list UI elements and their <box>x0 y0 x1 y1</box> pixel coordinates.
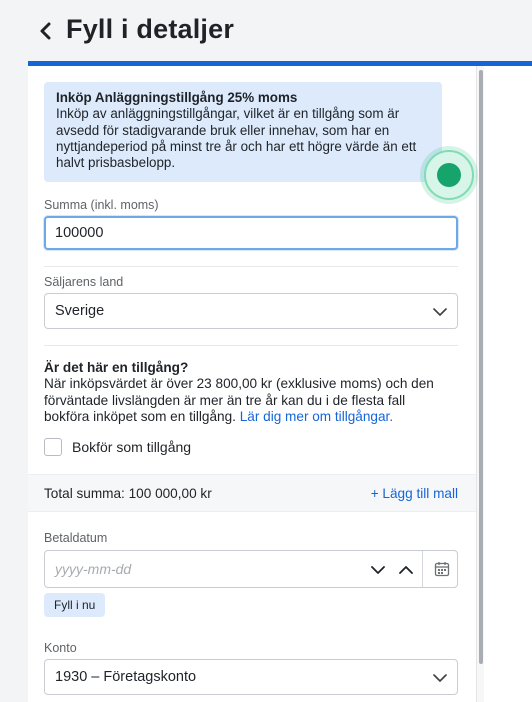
seller-country-label: Säljarens land <box>44 275 124 289</box>
payment-date-label: Betaldatum <box>44 531 108 545</box>
chevron-down-icon <box>433 674 447 682</box>
seller-country-value: Sverige <box>55 303 105 319</box>
learn-more-assets-link[interactable]: Lär dig mer om tillgångar. <box>240 409 393 424</box>
account-value: 1930 – Företagskonto <box>55 669 197 685</box>
total-row: Total summa: 100 000,00 kr + Lägg till m… <box>28 474 476 512</box>
chevron-up-icon[interactable] <box>399 565 413 575</box>
total-amount: Total summa: 100 000,00 kr <box>44 486 212 501</box>
asset-question-title: Är det här en tillgång? <box>44 360 189 375</box>
calendar-icon[interactable] <box>434 561 450 577</box>
add-template-link[interactable]: + Lägg till mall <box>371 486 458 501</box>
info-box: Inköp Anläggningstillgång 25% moms Inköp… <box>44 82 442 182</box>
payment-date-input[interactable]: yyyy-mm-dd <box>44 550 458 588</box>
amount-label: Summa (inkl. moms) <box>44 198 159 212</box>
book-as-asset-checkbox[interactable] <box>44 438 62 456</box>
touch-indicator-dot <box>437 163 461 187</box>
book-as-asset-label[interactable]: Bokför som tillgång <box>72 439 191 455</box>
divider <box>44 266 458 267</box>
chevron-down-icon[interactable] <box>371 565 385 575</box>
details-form-panel: Inköp Anläggningstillgång 25% moms Inköp… <box>28 66 476 702</box>
chevron-down-icon <box>433 308 447 316</box>
date-separator <box>422 551 423 587</box>
info-box-title: Inköp Anläggningstillgång 25% moms <box>56 90 298 105</box>
fill-today-button[interactable]: Fyll i nu <box>44 593 106 617</box>
chevron-left-icon[interactable] <box>38 20 54 42</box>
info-box-body: Inköp av anläggningstillgångar, vilket ä… <box>56 106 417 171</box>
seller-country-select[interactable]: Sverige <box>44 293 458 329</box>
right-blank-area <box>484 66 532 702</box>
account-label: Konto <box>44 641 77 655</box>
scrollbar-thumb[interactable] <box>479 70 483 664</box>
divider <box>44 345 458 346</box>
payment-date-placeholder: yyyy-mm-dd <box>55 561 132 577</box>
amount-input[interactable]: 100000 <box>44 216 458 250</box>
asset-question-body: När inköpsvärdet är över 23 800,00 kr (e… <box>44 376 454 426</box>
page-title: Fyll i detaljer <box>66 14 235 44</box>
account-select[interactable]: 1930 – Företagskonto <box>44 659 458 695</box>
header-bar: Fyll i detaljer <box>0 0 532 62</box>
